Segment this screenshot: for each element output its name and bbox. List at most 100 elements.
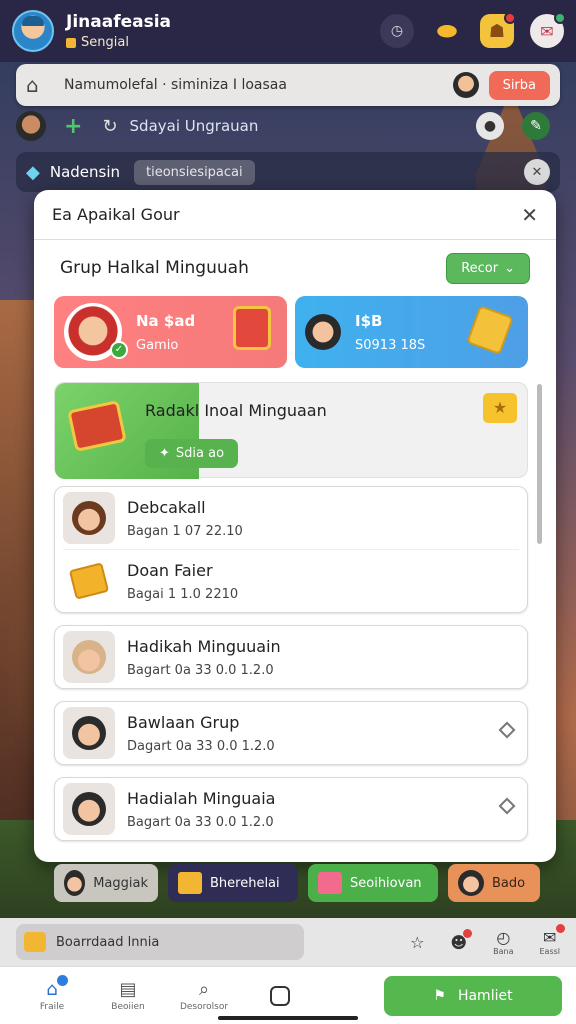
- face-icon: [72, 501, 106, 535]
- member-avatar: [63, 631, 115, 683]
- face-icon: [72, 640, 106, 674]
- item-text: Bawlaan Grup Dagart 0a 33 0.0 1.2.0: [127, 713, 275, 754]
- item-text: Hadialah Minguaia Bagart 0a 33 0.0 1.2.0: [127, 789, 275, 830]
- item-text: Doan Faier Bagai 1 1.0 2210: [127, 561, 238, 602]
- profile-avatar[interactable]: [12, 10, 54, 52]
- friend-avatar[interactable]: [16, 111, 46, 141]
- status-icon-label: Bana: [493, 947, 514, 956]
- diamond-icon[interactable]: [498, 721, 516, 739]
- search-text: Namumolefal · siminiza I loasaa: [64, 77, 287, 93]
- square-icon: [270, 985, 290, 1006]
- document-icon: ▤: [119, 979, 137, 1000]
- list-item[interactable]: Hadialah Minguaia Bagart 0a 33 0.0 1.2.0: [55, 778, 527, 840]
- pin-icon[interactable]: ✎: [522, 112, 550, 140]
- featured-action-button[interactable]: ✦ Sdia ao: [145, 439, 239, 468]
- nav-square[interactable]: [242, 985, 318, 1006]
- member-avatar: [63, 783, 115, 835]
- status-icon-label: Eassl: [539, 947, 560, 956]
- status-pill-text: Boarrdaad lnnia: [56, 934, 160, 950]
- featured-reward[interactable]: Radakl Inoal Minguaan ★ ✦ Sdia ao: [54, 382, 528, 479]
- profile-subtitle: Sengial: [66, 35, 171, 50]
- gift-box-icon: [68, 562, 110, 600]
- promo-subtitle: S0913 18S: [355, 337, 426, 353]
- plus-icon[interactable]: +: [64, 114, 82, 139]
- gold-card-icon: [466, 305, 514, 355]
- chip-label: Bherehelai: [210, 875, 280, 891]
- nav-docs[interactable]: ▤ Beoiien: [90, 979, 166, 1012]
- chip-label: Maggiak: [93, 875, 148, 891]
- promo-card-1[interactable]: ✓ Na $ad Gamio: [54, 296, 287, 368]
- item-title: Hadialah Minguaia: [127, 788, 276, 808]
- item-subtitle: Bagart 0a 33 0.0 1.2.0: [127, 814, 274, 830]
- clock-icon[interactable]: ◴ Bana: [493, 928, 513, 956]
- check-icon: ✓: [110, 341, 128, 359]
- search-action-button[interactable]: Sirba: [488, 70, 550, 100]
- item-title: Hadikah Minguuain: [127, 636, 281, 656]
- item-subtitle: Bagart 0a 33 0.0 1.2.0: [127, 662, 274, 678]
- filter-dropdown-button[interactable]: Recor ⌄: [446, 252, 530, 284]
- profile-subtitle-text: Sengial: [81, 35, 129, 50]
- refresh-icon[interactable]: ↻: [102, 116, 117, 137]
- coins-icon[interactable]: ⬬: [430, 14, 464, 48]
- star-icon[interactable]: ☆: [410, 933, 424, 952]
- group-row-text: Sdayai Ungrauan: [129, 117, 259, 135]
- user-avatar[interactable]: [452, 72, 479, 98]
- gem-icon: ◆: [26, 161, 40, 183]
- list-item[interactable]: Hadikah Minguuain Bagart 0a 33 0.0 1.2.0: [55, 626, 527, 688]
- top-header: Jinaafeasia Sengial ◷ ⬬ ☗ ✉: [0, 0, 576, 62]
- profile-name: Jinaafeasia: [66, 12, 172, 32]
- avatar-icon: [64, 870, 86, 896]
- featured-action-label: Sdia ao: [175, 446, 225, 461]
- promo-card-2[interactable]: I$B S0913 18S: [295, 296, 528, 368]
- bow-icon: [318, 872, 342, 894]
- nav-label: Desorolsor: [179, 1002, 229, 1012]
- list-card: Hadialah Minguaia Bagart 0a 33 0.0 1.2.0: [54, 777, 528, 841]
- clock-icon[interactable]: ◷: [380, 14, 414, 48]
- nav-search[interactable]: ⌕ Desorolsor: [166, 979, 242, 1012]
- star-icon[interactable]: ★: [483, 393, 517, 423]
- gift-icon[interactable]: ✉: [530, 12, 566, 48]
- list-item[interactable]: Debcakall Bagan 1 07 22.10: [55, 487, 527, 549]
- close-icon[interactable]: ✕: [524, 159, 550, 185]
- search-icon: ⌕: [198, 979, 210, 1000]
- channel-pill[interactable]: tieonsiesipacai: [134, 159, 255, 185]
- filter-dropdown-label: Recor: [461, 260, 499, 276]
- item-subtitle: Bagan 1 07 22.10: [127, 523, 243, 539]
- cta-button[interactable]: ⚑ Hamliet: [384, 975, 562, 1016]
- nav-label: Fraile: [39, 1002, 65, 1012]
- modal-close-icon[interactable]: ✕: [521, 203, 538, 227]
- group-list: Debcakall Bagan 1 07 22.10 Doan Faier Ba…: [54, 486, 528, 853]
- scrollbar[interactable]: [537, 384, 542, 544]
- header-icons: ◷ ⬬ ☗ ✉: [380, 12, 566, 48]
- group-row: + ↻ Sdayai Ungrauan ● ✎: [16, 108, 560, 144]
- profile-info: Jinaafeasia Sengial: [66, 12, 171, 50]
- item-title: Debcakall: [127, 497, 206, 517]
- member-avatar: [63, 492, 115, 544]
- promo-avatar: [305, 314, 341, 350]
- chip-maggiak[interactable]: Maggiak: [54, 864, 158, 902]
- item-title: Doan Faier: [127, 560, 213, 580]
- search-bar[interactable]: ⌂ Namumolefal · siminiza I loasaa Sirba: [16, 64, 560, 106]
- status-bar: Boarrdaad lnnia ☆ ☻ ◴ Bana ✉ Eassl: [0, 918, 576, 966]
- nav-home[interactable]: ⌂ Fraile: [14, 975, 90, 1012]
- person-icon[interactable]: ●: [476, 112, 504, 140]
- bag-icon[interactable]: ☗: [480, 12, 516, 48]
- chip-bado[interactable]: Bado: [448, 864, 540, 902]
- list-item[interactable]: Bawlaan Grup Dagart 0a 33 0.0 1.2.0: [55, 702, 527, 764]
- character-icon[interactable]: ☻: [450, 928, 473, 952]
- group-modal: Ea Apaikal Gour ✕ Grup Halkal Minguuah R…: [34, 190, 556, 862]
- chip-bherehelai[interactable]: Bherehelai: [168, 864, 298, 902]
- promo-title: Na $ad: [136, 311, 196, 330]
- chip-seoihiovan[interactable]: Seoihiovan: [308, 864, 438, 902]
- category-chips: Maggiak Bherehelai Seoihiovan Bado: [54, 864, 558, 904]
- list-item[interactable]: Doan Faier Bagai 1 1.0 2210: [55, 550, 527, 612]
- promo-text: I$B S0913 18S: [355, 312, 425, 353]
- face-icon: [72, 716, 106, 750]
- status-pill[interactable]: Boarrdaad lnnia: [16, 924, 304, 960]
- home-indicator: [218, 1016, 358, 1020]
- notification-dot: [504, 12, 516, 24]
- promo-avatar: ✓: [64, 303, 128, 361]
- mail-icon[interactable]: ✉ Eassl: [539, 924, 565, 956]
- diamond-icon[interactable]: [498, 797, 516, 815]
- home-icon[interactable]: ⌂: [26, 73, 50, 97]
